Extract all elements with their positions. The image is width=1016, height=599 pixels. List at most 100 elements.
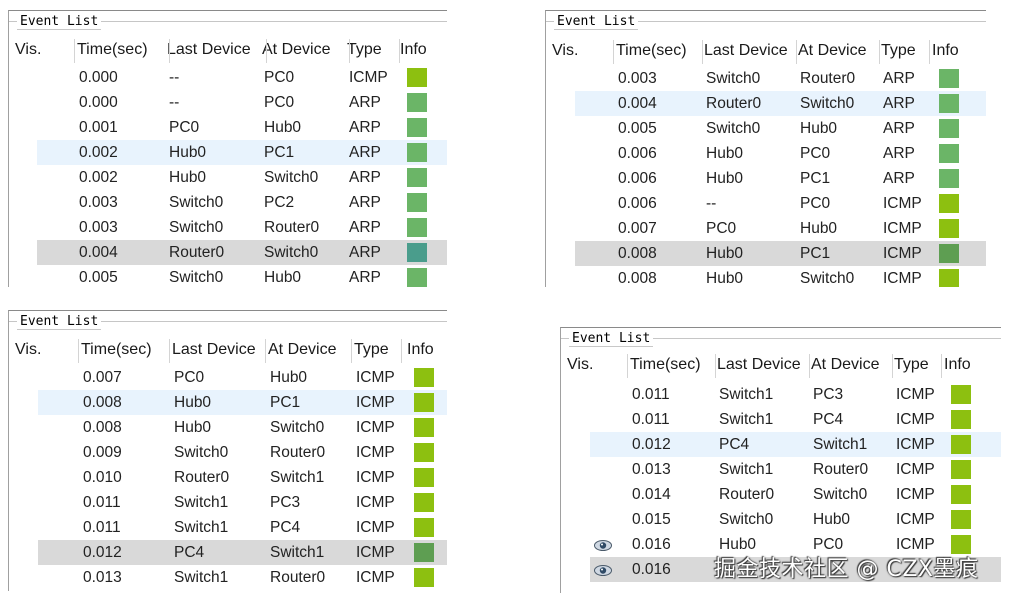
event-row[interactable]: 0.012 PC4 Switch1 ICMP bbox=[38, 540, 447, 565]
info-color-box[interactable] bbox=[939, 219, 959, 238]
info-color-box[interactable] bbox=[407, 68, 427, 87]
header-time[interactable]: Time(sec) bbox=[630, 352, 701, 378]
header-type[interactable]: Type bbox=[894, 352, 929, 378]
column-separator[interactable] bbox=[879, 40, 880, 64]
event-row[interactable]: 0.006 Hub0 PC1 ARP bbox=[546, 166, 986, 191]
event-row[interactable]: 0.011 Switch1 PC3 ICMP bbox=[9, 490, 447, 515]
header-time[interactable]: Time(sec) bbox=[81, 337, 152, 363]
header-type[interactable]: Type bbox=[354, 337, 389, 363]
event-row[interactable]: 0.003 Switch0 PC2 ARP bbox=[9, 190, 447, 215]
column-separator[interactable] bbox=[941, 354, 942, 378]
column-separator[interactable] bbox=[78, 339, 79, 363]
info-color-box[interactable] bbox=[951, 485, 971, 504]
header-info[interactable]: Info bbox=[932, 38, 959, 64]
column-separator[interactable] bbox=[715, 354, 716, 378]
info-color-box[interactable] bbox=[939, 169, 959, 188]
header-vis[interactable]: Vis. bbox=[567, 352, 593, 378]
header-info[interactable]: Info bbox=[400, 37, 427, 63]
info-color-box[interactable] bbox=[939, 119, 959, 138]
column-separator[interactable] bbox=[265, 339, 266, 363]
event-row[interactable]: 0.003 Switch0 Router0 ARP bbox=[546, 66, 986, 91]
column-separator[interactable] bbox=[892, 354, 893, 378]
event-row[interactable]: 0.014 Router0 Switch0 ICMP bbox=[561, 482, 1001, 507]
info-color-box[interactable] bbox=[939, 269, 959, 287]
column-separator[interactable] bbox=[399, 39, 400, 63]
header-last-device[interactable]: Last Device bbox=[172, 337, 256, 363]
column-separator[interactable] bbox=[169, 39, 170, 63]
event-row[interactable]: 0.003 Switch0 Router0 ARP bbox=[9, 215, 447, 240]
event-row[interactable]: 0.005 Switch0 Hub0 ARP bbox=[546, 116, 986, 141]
header-at-device[interactable]: At Device bbox=[262, 37, 330, 63]
column-separator[interactable] bbox=[74, 39, 75, 63]
event-row[interactable]: 0.002 Hub0 Switch0 ARP bbox=[9, 165, 447, 190]
header-time[interactable]: Time(sec) bbox=[77, 37, 148, 63]
event-row[interactable]: 0.004 Router0 Switch0 ARP bbox=[37, 240, 447, 265]
event-row[interactable]: 0.002 Hub0 PC1 ARP bbox=[37, 140, 447, 165]
event-row[interactable]: 0.013 Switch1 Router0 ICMP bbox=[9, 565, 447, 590]
header-type[interactable]: Type bbox=[347, 37, 382, 63]
header-vis[interactable]: Vis. bbox=[15, 37, 41, 63]
header-vis[interactable]: Vis. bbox=[15, 337, 41, 363]
eye-icon[interactable] bbox=[594, 538, 612, 551]
column-separator[interactable] bbox=[349, 39, 350, 63]
info-color-box[interactable] bbox=[414, 418, 434, 437]
info-color-box[interactable] bbox=[939, 69, 959, 88]
info-color-box[interactable] bbox=[939, 144, 959, 163]
event-row[interactable]: 0.010 Router0 Switch1 ICMP bbox=[9, 465, 447, 490]
column-separator[interactable] bbox=[401, 339, 402, 363]
event-row[interactable]: 0.006 Hub0 PC0 ARP bbox=[546, 141, 986, 166]
info-color-box[interactable] bbox=[951, 510, 971, 529]
info-color-box[interactable] bbox=[951, 385, 971, 404]
info-color-box[interactable] bbox=[407, 118, 427, 137]
header-info[interactable]: Info bbox=[407, 337, 434, 363]
event-row[interactable]: 0.015 Switch0 Hub0 ICMP bbox=[561, 507, 1001, 532]
info-color-box[interactable] bbox=[414, 368, 434, 387]
column-separator[interactable] bbox=[809, 354, 810, 378]
eye-icon[interactable] bbox=[594, 563, 612, 576]
event-row[interactable]: 0.009 Switch0 Router0 ICMP bbox=[9, 440, 447, 465]
info-color-box[interactable] bbox=[939, 94, 959, 113]
info-color-box[interactable] bbox=[407, 143, 427, 162]
event-row[interactable]: 0.011 Switch1 PC4 ICMP bbox=[9, 515, 447, 540]
column-separator[interactable] bbox=[702, 40, 703, 64]
info-color-box[interactable] bbox=[414, 543, 434, 562]
column-separator[interactable] bbox=[266, 39, 267, 63]
event-row[interactable]: 0.000 -- PC0 ARP bbox=[9, 90, 447, 115]
column-separator[interactable] bbox=[796, 40, 797, 64]
info-color-box[interactable] bbox=[407, 243, 427, 262]
event-row[interactable]: 0.012 PC4 Switch1 ICMP bbox=[590, 432, 1001, 457]
header-at-device[interactable]: At Device bbox=[811, 352, 879, 378]
event-row[interactable]: 0.008 Hub0 Switch0 ICMP bbox=[546, 266, 986, 287]
header-info[interactable]: Info bbox=[944, 352, 971, 378]
header-vis[interactable]: Vis. bbox=[552, 38, 578, 64]
info-color-box[interactable] bbox=[414, 568, 434, 587]
info-color-box[interactable] bbox=[951, 460, 971, 479]
event-row[interactable]: 0.008 Hub0 Switch0 ICMP bbox=[9, 415, 447, 440]
column-separator[interactable] bbox=[351, 339, 352, 363]
info-color-box[interactable] bbox=[414, 443, 434, 462]
header-type[interactable]: Type bbox=[881, 38, 916, 64]
event-row[interactable]: 0.007 PC0 Hub0 ICMP bbox=[9, 365, 447, 390]
header-last-device[interactable]: Last Device bbox=[717, 352, 801, 378]
column-separator[interactable] bbox=[929, 40, 930, 64]
event-row[interactable]: 0.011 Switch1 PC3 ICMP bbox=[561, 382, 1001, 407]
header-at-device[interactable]: At Device bbox=[268, 337, 336, 363]
header-last-device[interactable]: Last Device bbox=[704, 38, 788, 64]
event-row[interactable]: 0.008 Hub0 PC1 ICMP bbox=[575, 241, 986, 266]
event-row[interactable]: 0.007 PC0 Hub0 ICMP bbox=[546, 216, 986, 241]
event-row[interactable]: 0.000 -- PC0 ICMP bbox=[9, 65, 447, 90]
info-color-box[interactable] bbox=[407, 218, 427, 237]
info-color-box[interactable] bbox=[414, 518, 434, 537]
info-color-box[interactable] bbox=[407, 268, 427, 287]
column-separator[interactable] bbox=[627, 354, 628, 378]
event-row[interactable]: 0.011 Switch1 PC4 ICMP bbox=[561, 407, 1001, 432]
header-time[interactable]: Time(sec) bbox=[616, 38, 687, 64]
header-last-device[interactable]: Last Device bbox=[167, 37, 251, 63]
info-color-box[interactable] bbox=[939, 194, 959, 213]
column-separator[interactable] bbox=[613, 40, 614, 64]
info-color-box[interactable] bbox=[407, 168, 427, 187]
event-row[interactable]: 0.006 -- PC0 ICMP bbox=[546, 191, 986, 216]
event-row[interactable]: 0.001 PC0 Hub0 ARP bbox=[9, 115, 447, 140]
info-color-box[interactable] bbox=[951, 435, 971, 454]
info-color-box[interactable] bbox=[951, 410, 971, 429]
